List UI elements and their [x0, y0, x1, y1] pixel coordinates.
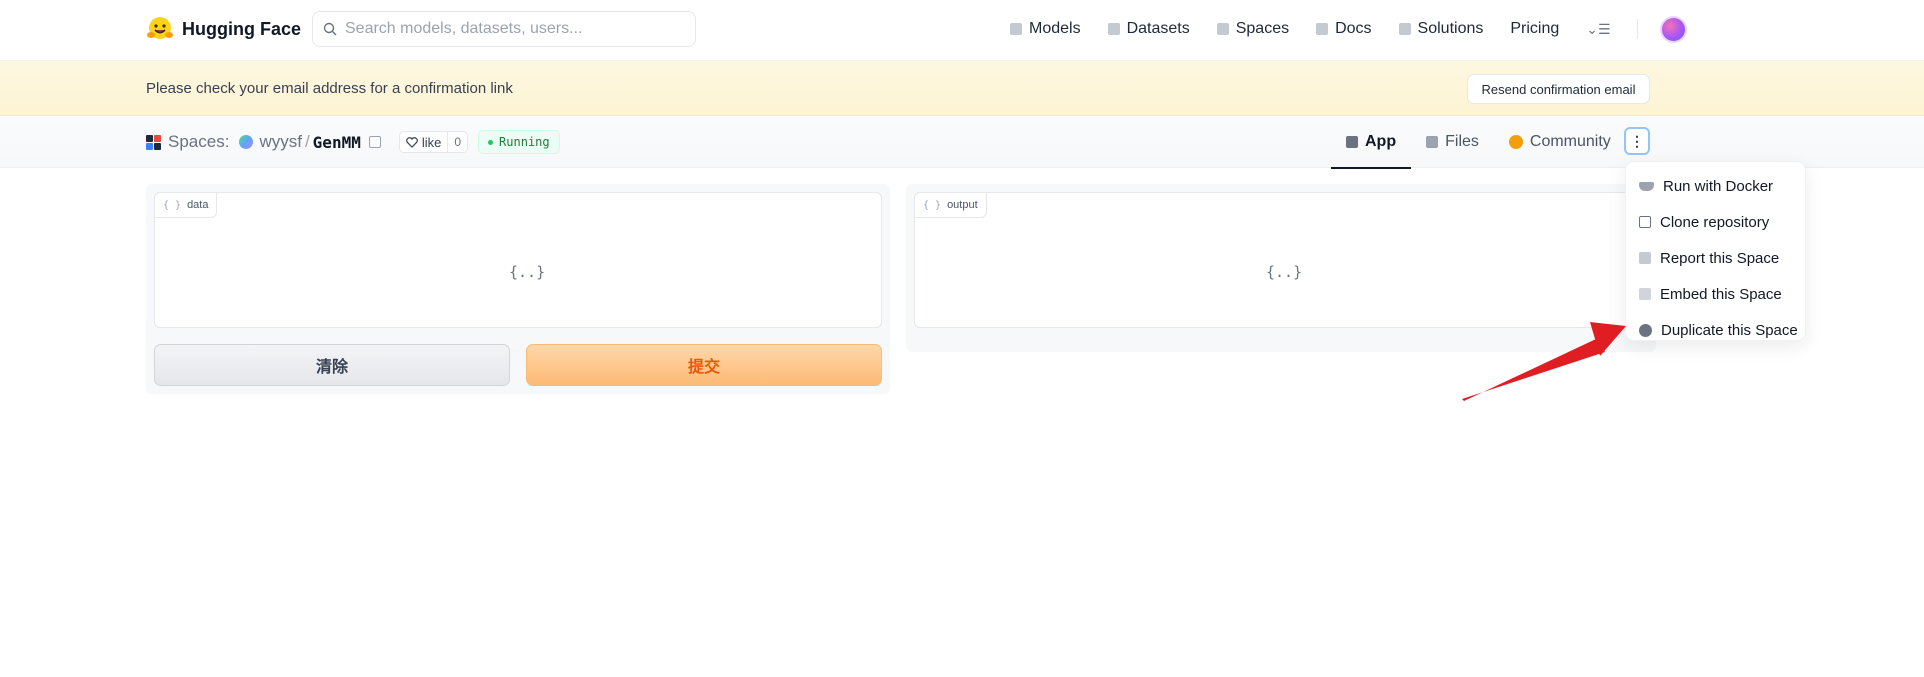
menu-item-embed-space[interactable]: Embed this Space: [1626, 276, 1805, 312]
input-panel: { } data {..} 清除 提交: [146, 184, 890, 394]
nav-docs-label: Docs: [1335, 20, 1372, 37]
top-navbar: Hugging Face Models Datasets Spaces Docs…: [0, 0, 1924, 61]
space-owner-link[interactable]: wyysf: [259, 132, 302, 152]
output-json-label: { } output: [914, 192, 987, 218]
menu-item-label: Clone repository: [1660, 213, 1770, 231]
space-tabs: App Files Community: [1331, 116, 1626, 169]
json-braces-icon: { }: [163, 199, 182, 211]
output-json: { } output {..}: [914, 192, 1654, 328]
nav-pricing-label: Pricing: [1510, 20, 1560, 37]
tab-community[interactable]: Community: [1494, 116, 1626, 168]
nav-models-label: Models: [1029, 20, 1081, 37]
tab-files[interactable]: Files: [1411, 116, 1494, 168]
docker-icon: [1639, 181, 1654, 191]
owner-avatar: [239, 135, 254, 149]
menu-item-clone-repository[interactable]: Clone repository: [1626, 204, 1805, 240]
datasets-icon: [1107, 23, 1120, 35]
space-title-row: Spaces: wyysf / GenMM like 0 Running: [146, 130, 560, 154]
main-nav: Models Datasets Spaces Docs Solutions Pr…: [1010, 15, 1687, 43]
nav-models-link[interactable]: Models: [1010, 20, 1081, 38]
nav-docs-link[interactable]: Docs: [1316, 20, 1372, 38]
like-count[interactable]: 0: [447, 132, 467, 152]
brand-name: Hugging Face: [182, 18, 302, 39]
hugging-face-logo-icon: [147, 17, 173, 39]
output-label-text: output: [947, 199, 978, 211]
menu-item-label: Duplicate this Space: [1661, 321, 1798, 339]
breadcrumb-separator: /: [304, 132, 310, 151]
resend-confirmation-button[interactable]: Resend confirmation email: [1467, 74, 1650, 104]
data-label-text: data: [187, 199, 209, 211]
nav-solutions-label: Solutions: [1417, 20, 1484, 37]
flag-icon: [1639, 252, 1651, 264]
status-text: Running: [499, 135, 550, 149]
nav-pricing-link[interactable]: Pricing: [1510, 20, 1559, 38]
menu-item-duplicate-space[interactable]: Duplicate this Space: [1626, 312, 1805, 348]
solutions-icon: [1398, 23, 1411, 35]
menu-item-label: Embed this Space: [1660, 285, 1782, 303]
output-panel: { } output {..}: [906, 184, 1656, 352]
menu-item-label: Run with Docker: [1663, 177, 1774, 195]
spaces-icon: [1216, 23, 1229, 35]
home-logo-link[interactable]: Hugging Face: [146, 15, 301, 43]
nav-spaces-label: Spaces: [1235, 20, 1290, 37]
search-box[interactable]: [312, 11, 696, 47]
nav-datasets-label: Datasets: [1126, 20, 1190, 37]
space-name-link[interactable]: GenMM: [313, 133, 361, 152]
tab-files-label: Files: [1445, 133, 1479, 150]
space-options-menu: Run with Docker Clone repository Report …: [1625, 161, 1806, 341]
tab-community-label: Community: [1529, 133, 1611, 150]
spaces-breadcrumb-link[interactable]: Spaces:: [168, 132, 229, 152]
clear-button[interactable]: 清除: [154, 344, 510, 386]
app-icon: [1346, 136, 1358, 148]
duplicate-icon: [1639, 323, 1652, 337]
email-confirmation-banner: Please check your email address for a co…: [0, 61, 1924, 116]
files-icon: [1426, 136, 1439, 148]
status-badge: Running: [478, 130, 560, 154]
like-button[interactable]: like 0: [398, 131, 469, 153]
data-json-input[interactable]: { } data {..}: [154, 192, 882, 328]
status-dot-icon: [488, 139, 494, 145]
submit-button[interactable]: 提交: [526, 344, 882, 386]
space-options-button[interactable]: ⋮: [1624, 127, 1650, 155]
more-menu-icon[interactable]: ⌄☰: [1586, 21, 1610, 38]
community-icon: [1508, 135, 1523, 149]
docs-icon: [1316, 23, 1329, 35]
like-button-left: like: [400, 132, 448, 152]
menu-item-run-with-docker[interactable]: Run with Docker: [1626, 168, 1805, 204]
nav-spaces-link[interactable]: Spaces: [1216, 20, 1290, 38]
copy-icon[interactable]: [368, 136, 381, 148]
data-json-label: { } data: [154, 192, 218, 218]
search-input[interactable]: [345, 20, 675, 38]
tab-app-label: App: [1365, 133, 1397, 150]
json-braces-icon: { }: [923, 199, 942, 211]
embed-icon: [1639, 288, 1651, 300]
nav-divider: [1636, 19, 1638, 39]
spaces-logo-icon: [146, 134, 161, 150]
output-json-empty: {..}: [1266, 263, 1303, 281]
search-icon: [323, 22, 337, 36]
nav-solutions-link[interactable]: Solutions: [1398, 20, 1484, 38]
data-json-empty: {..}: [509, 263, 546, 281]
terminal-icon: [1639, 216, 1651, 228]
menu-item-label: Report this Space: [1660, 249, 1780, 267]
heart-icon: [405, 136, 418, 148]
nav-datasets-link[interactable]: Datasets: [1107, 20, 1190, 38]
user-avatar[interactable]: [1659, 15, 1687, 43]
models-icon: [1010, 23, 1022, 35]
tab-app[interactable]: App: [1331, 116, 1412, 169]
like-label: like: [421, 134, 442, 150]
banner-message: Please check your email address for a co…: [146, 80, 513, 97]
menu-item-report-space[interactable]: Report this Space: [1626, 240, 1805, 276]
